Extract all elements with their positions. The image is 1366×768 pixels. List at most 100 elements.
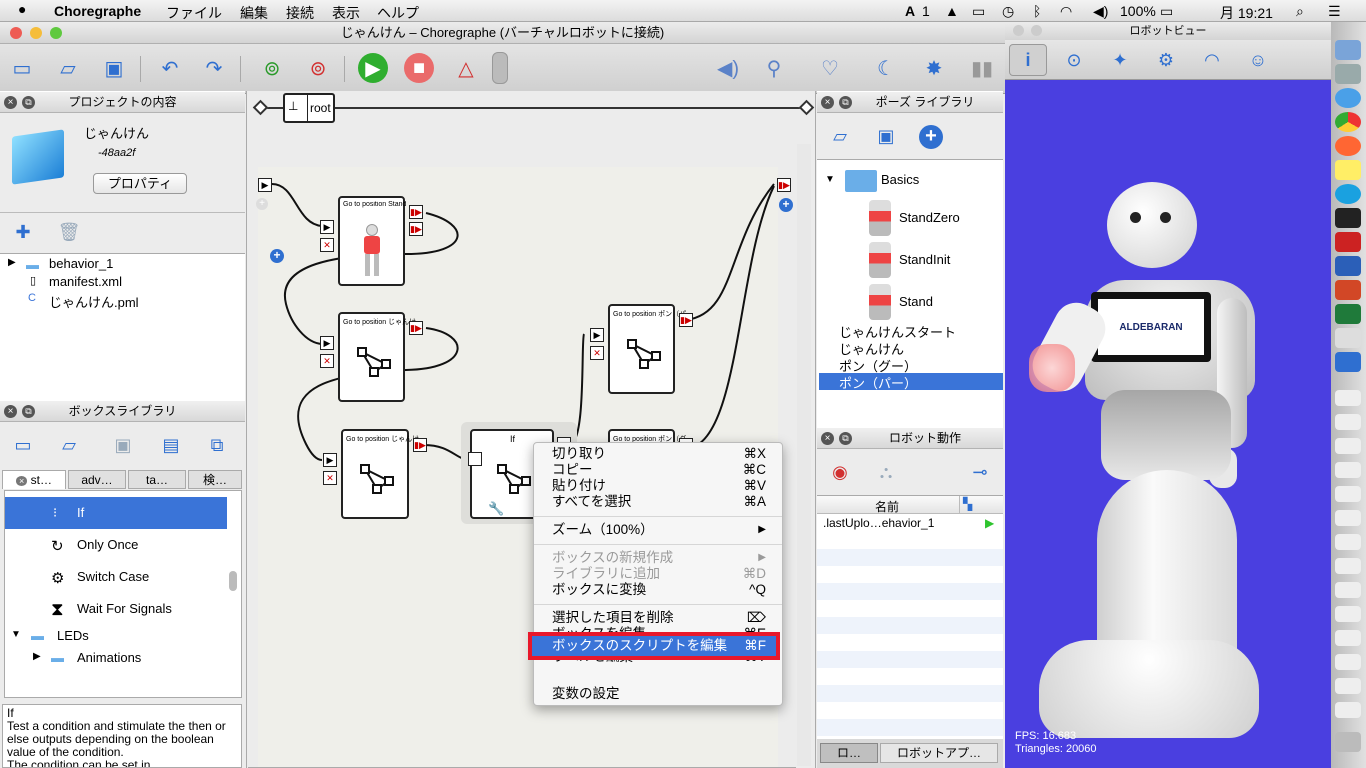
- box-janken-1[interactable]: Go to position じゃんけ…: [338, 312, 423, 402]
- stiffness-icon[interactable]: ⚲: [758, 52, 790, 84]
- sync-icon[interactable]: ⛬: [869, 457, 903, 487]
- window-thumb-icon[interactable]: [1335, 438, 1361, 454]
- tab-standard[interactable]: × st…: [2, 470, 66, 489]
- close-icon[interactable]: ×: [4, 96, 17, 109]
- menu-zoom[interactable]: ズーム（100%） ▶: [552, 522, 766, 538]
- wrench-icon[interactable]: 🔧: [488, 501, 504, 517]
- float-icon[interactable]: ⧉: [839, 432, 852, 445]
- library-copy-icon[interactable]: ⧉: [200, 430, 234, 460]
- menu-app[interactable]: Choregraphe: [54, 3, 141, 19]
- menu-connect[interactable]: 接続: [286, 3, 314, 23]
- tab-tags[interactable]: ta…: [128, 470, 186, 489]
- trash-icon[interactable]: 🗑: [52, 217, 86, 247]
- save-pose-icon[interactable]: ▣: [869, 121, 903, 151]
- menu-edit[interactable]: 編集: [240, 3, 268, 23]
- window-thumb-icon[interactable]: [1335, 678, 1361, 694]
- word-icon[interactable]: [1335, 256, 1361, 276]
- tab-robot-apps[interactable]: ロボットアプ…: [880, 743, 998, 763]
- pose-pon-paa[interactable]: ポン（パー）: [839, 373, 917, 392]
- list-item-if[interactable]: If: [77, 505, 84, 520]
- stop-all-icon[interactable]: ◉: [823, 457, 857, 487]
- box-output-port[interactable]: ▮▶: [679, 313, 693, 327]
- choregraphe-icon[interactable]: [1335, 352, 1361, 372]
- float-icon[interactable]: ⧉: [22, 405, 35, 418]
- table-row[interactable]: .lastUplo…ehavior_1: [823, 516, 934, 530]
- add-port-icon[interactable]: +: [270, 249, 284, 263]
- expand-arrow-icon[interactable]: ▶: [33, 651, 41, 662]
- volume-toolbar-icon[interactable]: ◀): [712, 52, 744, 84]
- box-output-port[interactable]: ▮▶: [413, 438, 427, 452]
- tab-advanced[interactable]: adv…: [68, 470, 126, 489]
- heart-icon[interactable]: ♡: [814, 52, 846, 84]
- window-thumb-icon[interactable]: [1335, 630, 1361, 646]
- chrome-icon[interactable]: [1335, 112, 1361, 132]
- pose-standzero[interactable]: StandZero: [899, 210, 960, 225]
- firefox-icon[interactable]: [1335, 136, 1361, 156]
- save-library-icon[interactable]: ▣: [106, 430, 140, 460]
- safari-icon[interactable]: [1335, 88, 1361, 108]
- display-icon[interactable]: ▭: [972, 3, 985, 20]
- box-stop-port[interactable]: ✕: [590, 346, 604, 360]
- terminal-icon[interactable]: [1335, 208, 1361, 228]
- menu-cut[interactable]: 切り取り ⌘X: [552, 446, 766, 462]
- scrollbar[interactable]: [229, 571, 237, 591]
- list-item-switch-case[interactable]: Switch Case: [77, 569, 149, 584]
- menu-view[interactable]: 表示: [332, 3, 360, 23]
- properties-button[interactable]: プロパティ: [93, 173, 187, 194]
- menu-set-variables[interactable]: 変数の設定: [552, 686, 766, 702]
- window-thumb-icon[interactable]: [1335, 582, 1361, 598]
- wifi-icon[interactable]: ◠: [1060, 3, 1072, 20]
- bluetooth-icon[interactable]: ᛒ: [1033, 3, 1041, 19]
- add-output-icon[interactable]: +: [779, 198, 793, 212]
- open-project-icon[interactable]: ▱: [52, 52, 84, 84]
- close-icon[interactable]: ×: [821, 96, 834, 109]
- time-machine-icon[interactable]: ◷: [1002, 3, 1014, 20]
- trash-icon[interactable]: [1335, 732, 1361, 752]
- add-pose-icon[interactable]: +: [919, 125, 943, 149]
- menu-select-all[interactable]: すべてを選択 ⌘A: [552, 494, 766, 510]
- window-thumb-icon[interactable]: [1335, 702, 1361, 718]
- tree-item-behavior[interactable]: behavior_1: [49, 256, 113, 271]
- list-item-animations[interactable]: Animations: [77, 650, 141, 665]
- redo-icon[interactable]: ↷: [198, 52, 230, 84]
- menu-add-to-library[interactable]: ライブラリに追加 ⌘D: [552, 566, 766, 582]
- box-stand[interactable]: Go to position Stand: [338, 196, 406, 286]
- volume-icon[interactable]: ◀): [1093, 3, 1108, 20]
- box-input-port[interactable]: ▶: [590, 328, 604, 342]
- window-thumb-icon[interactable]: [1335, 486, 1361, 502]
- list-item-wait-for-signals[interactable]: Wait For Signals: [77, 601, 172, 616]
- view-joints-icon[interactable]: ⊙: [1057, 45, 1091, 75]
- finder-icon[interactable]: [1335, 40, 1361, 60]
- filter-icon[interactable]: ⊸: [963, 457, 997, 487]
- document-icon[interactable]: [1335, 328, 1361, 348]
- open-library-icon[interactable]: ▱: [52, 430, 86, 460]
- menu-convert-to-box[interactable]: ボックスに変換 ^Q: [552, 582, 766, 598]
- box-input-port[interactable]: ▶: [320, 220, 334, 234]
- box-stop-port[interactable]: ✕: [323, 471, 337, 485]
- input-method-icon[interactable]: A: [905, 3, 915, 19]
- box-pon-paa[interactable]: Go to position ポン（パ…: [608, 304, 693, 394]
- view-sensors-icon[interactable]: ✦: [1103, 45, 1137, 75]
- debug-icon[interactable]: △: [450, 52, 482, 84]
- info-icon[interactable]: i: [1011, 45, 1045, 75]
- float-icon[interactable]: ⧉: [839, 96, 852, 109]
- window-thumb-icon[interactable]: [1335, 558, 1361, 574]
- robot-3d-view[interactable]: ALDEBARAN FPS: 16.683 Triangles: 20060: [1005, 80, 1331, 768]
- window-thumb-icon[interactable]: [1335, 390, 1361, 406]
- tab-search[interactable]: 検…: [188, 470, 242, 489]
- box-input-port[interactable]: ▶: [320, 336, 334, 350]
- menu-file[interactable]: ファイル: [166, 3, 222, 23]
- new-library-icon[interactable]: ▭: [6, 430, 40, 460]
- float-icon[interactable]: ⧉: [22, 96, 35, 109]
- add-input-icon[interactable]: +: [256, 198, 268, 210]
- window-thumb-icon[interactable]: [1335, 414, 1361, 430]
- zoom-window-button[interactable]: [50, 27, 62, 39]
- close-icon[interactable]: ×: [4, 405, 17, 418]
- box-input-port[interactable]: ▶: [323, 453, 337, 467]
- menu-help[interactable]: ヘルプ: [377, 3, 419, 23]
- edit-library-icon[interactable]: ▤: [154, 430, 188, 460]
- window-thumb-icon[interactable]: [1335, 534, 1361, 550]
- excel-icon[interactable]: [1335, 304, 1361, 324]
- list-item-selected[interactable]: [5, 497, 227, 529]
- spotlight-icon[interactable]: ⌕: [1296, 3, 1304, 20]
